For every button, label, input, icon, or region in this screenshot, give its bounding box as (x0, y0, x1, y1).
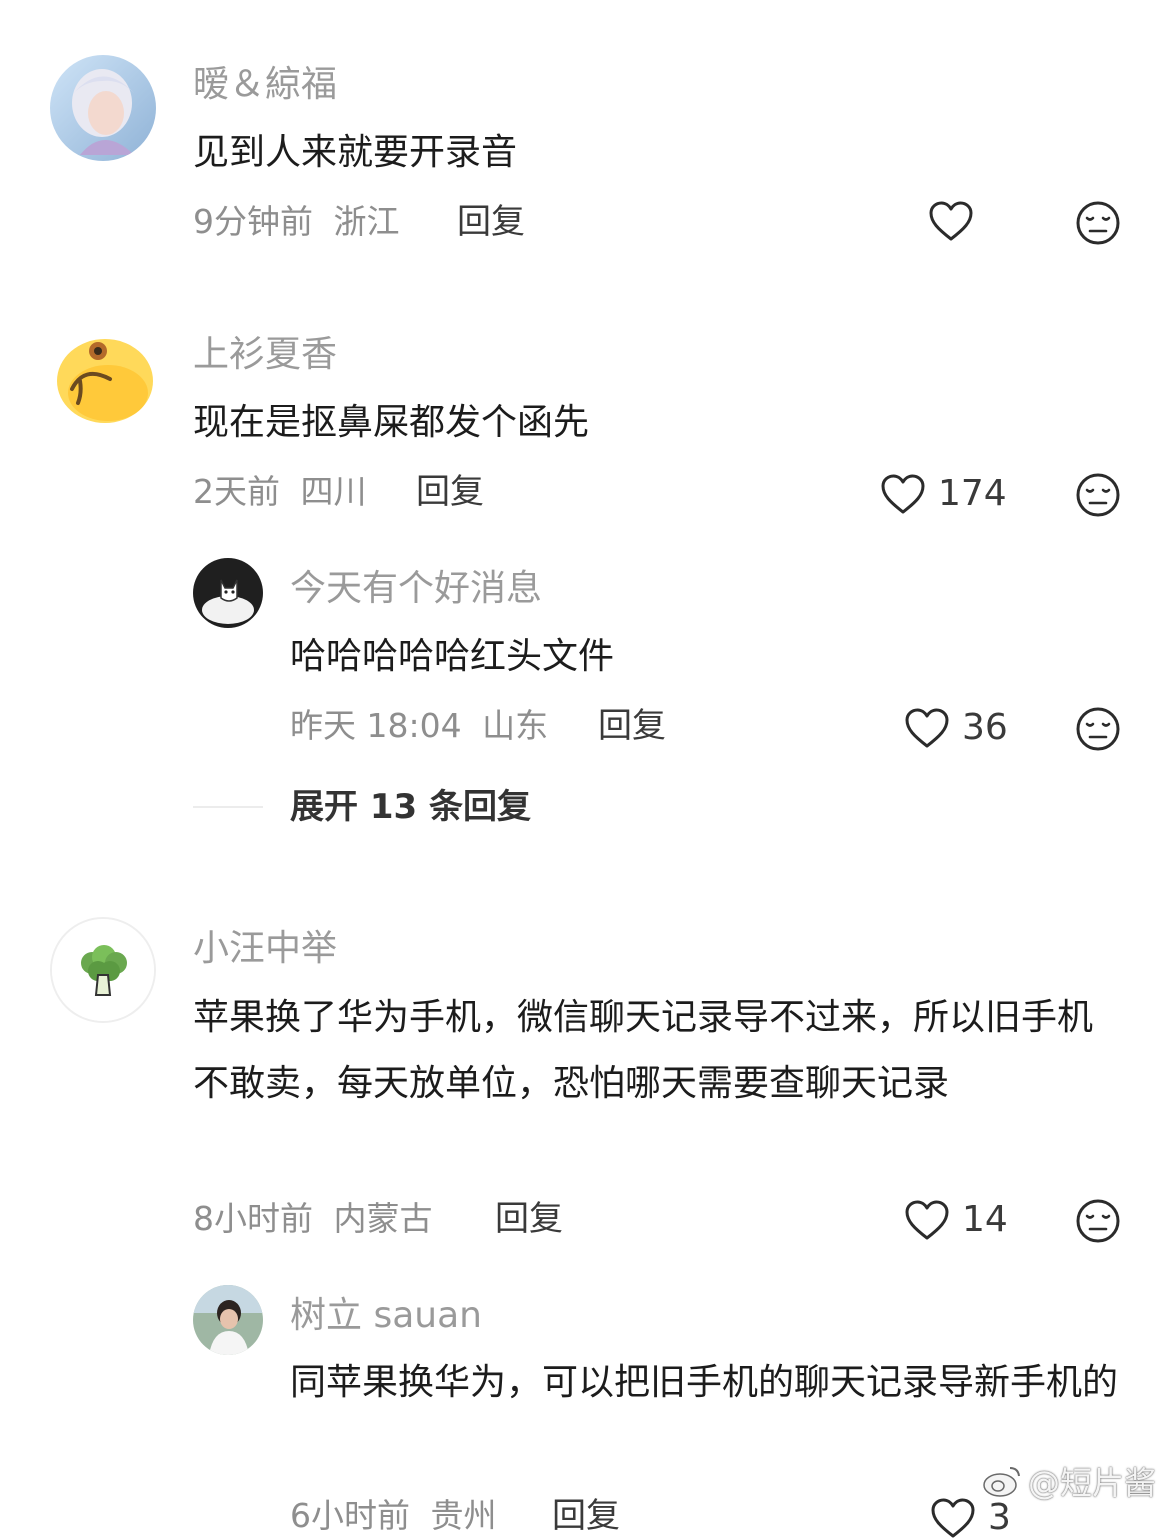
comment-time: 2天前 (193, 472, 280, 511)
reply-button[interactable]: 回复 (598, 704, 666, 748)
divider (193, 806, 263, 808)
expand-replies-button[interactable]: 展开 13 条回复 (290, 785, 531, 829)
neutral-face-icon (1076, 1199, 1120, 1243)
heart-outline-icon (905, 1200, 949, 1240)
dislike-button[interactable] (1075, 706, 1121, 756)
username[interactable]: 树立 sauan (290, 1294, 482, 1338)
reply-button[interactable]: 回复 (495, 1197, 563, 1241)
avatar[interactable] (50, 323, 156, 429)
comment-location: 山东 (482, 706, 549, 745)
heart-outline-icon (931, 1498, 975, 1538)
username[interactable]: 小汪中举 (193, 927, 337, 971)
reply-button[interactable]: 回复 (552, 1494, 620, 1538)
like-count: 14 (962, 1199, 1008, 1240)
avatar[interactable] (193, 558, 263, 628)
comment-time: 6小时前 (290, 1496, 410, 1535)
username[interactable]: 暧＆綡福 (193, 63, 337, 107)
comment-time: 昨天 18:04 (290, 706, 462, 745)
comment-time: 8小时前 (193, 1199, 313, 1238)
comment-meta: 2天前 四川 (193, 470, 367, 514)
comment-location: 浙江 (333, 202, 400, 241)
watermark: @短片酱 (982, 1458, 1156, 1504)
dislike-button[interactable] (1075, 200, 1121, 250)
comment-time: 9分钟前 (193, 202, 313, 241)
heart-outline-icon (905, 708, 949, 748)
comment-text: 哈哈哈哈哈红头文件 (290, 636, 615, 677)
neutral-face-icon (1076, 707, 1120, 751)
comment-meta: 9分钟前 浙江 (193, 200, 400, 244)
neutral-face-icon (1076, 201, 1120, 245)
reply-button[interactable]: 回复 (416, 470, 484, 514)
comment-location: 四川 (300, 472, 367, 511)
dislike-button[interactable] (1075, 472, 1121, 522)
avatar[interactable] (193, 1285, 263, 1355)
reply-button[interactable]: 回复 (457, 200, 525, 244)
comment-meta: 6小时前 贵州 (290, 1494, 497, 1538)
comment-meta: 昨天 18:04 山东 (290, 704, 548, 748)
username[interactable]: 上衫夏香 (193, 333, 337, 377)
like-count: 174 (938, 473, 1007, 514)
like-button[interactable] (928, 200, 974, 242)
comment-location: 内蒙古 (333, 1199, 433, 1238)
comment-text: 同苹果换华为，可以把旧手机的聊天记录导新手机的 (290, 1362, 1119, 1403)
like-button[interactable]: 14 (904, 1198, 1008, 1242)
avatar[interactable] (50, 55, 156, 161)
comment-text: 见到人来就要开录音 (193, 132, 518, 173)
comment-text: 现在是抠鼻屎都发个函先 (193, 402, 590, 443)
comment-text: 苹果换了华为手机，微信聊天记录导不过来，所以旧手机不敢卖，每天放单位，恐怕哪天需… (193, 997, 1094, 1104)
comment-meta: 8小时前 内蒙古 (193, 1197, 433, 1241)
comment-location: 贵州 (430, 1496, 497, 1535)
like-count: 36 (962, 707, 1008, 748)
like-button[interactable]: 174 (880, 472, 1007, 516)
heart-outline-icon (929, 201, 973, 241)
weibo-logo-icon (983, 1467, 1020, 1497)
username[interactable]: 今天有个好消息 (290, 567, 542, 611)
avatar[interactable] (50, 917, 156, 1023)
neutral-face-icon (1076, 473, 1120, 517)
dislike-button[interactable] (1075, 1198, 1121, 1248)
watermark-text: @短片酱 (1027, 1464, 1156, 1502)
heart-outline-icon (881, 474, 925, 514)
like-button[interactable]: 36 (904, 706, 1008, 750)
